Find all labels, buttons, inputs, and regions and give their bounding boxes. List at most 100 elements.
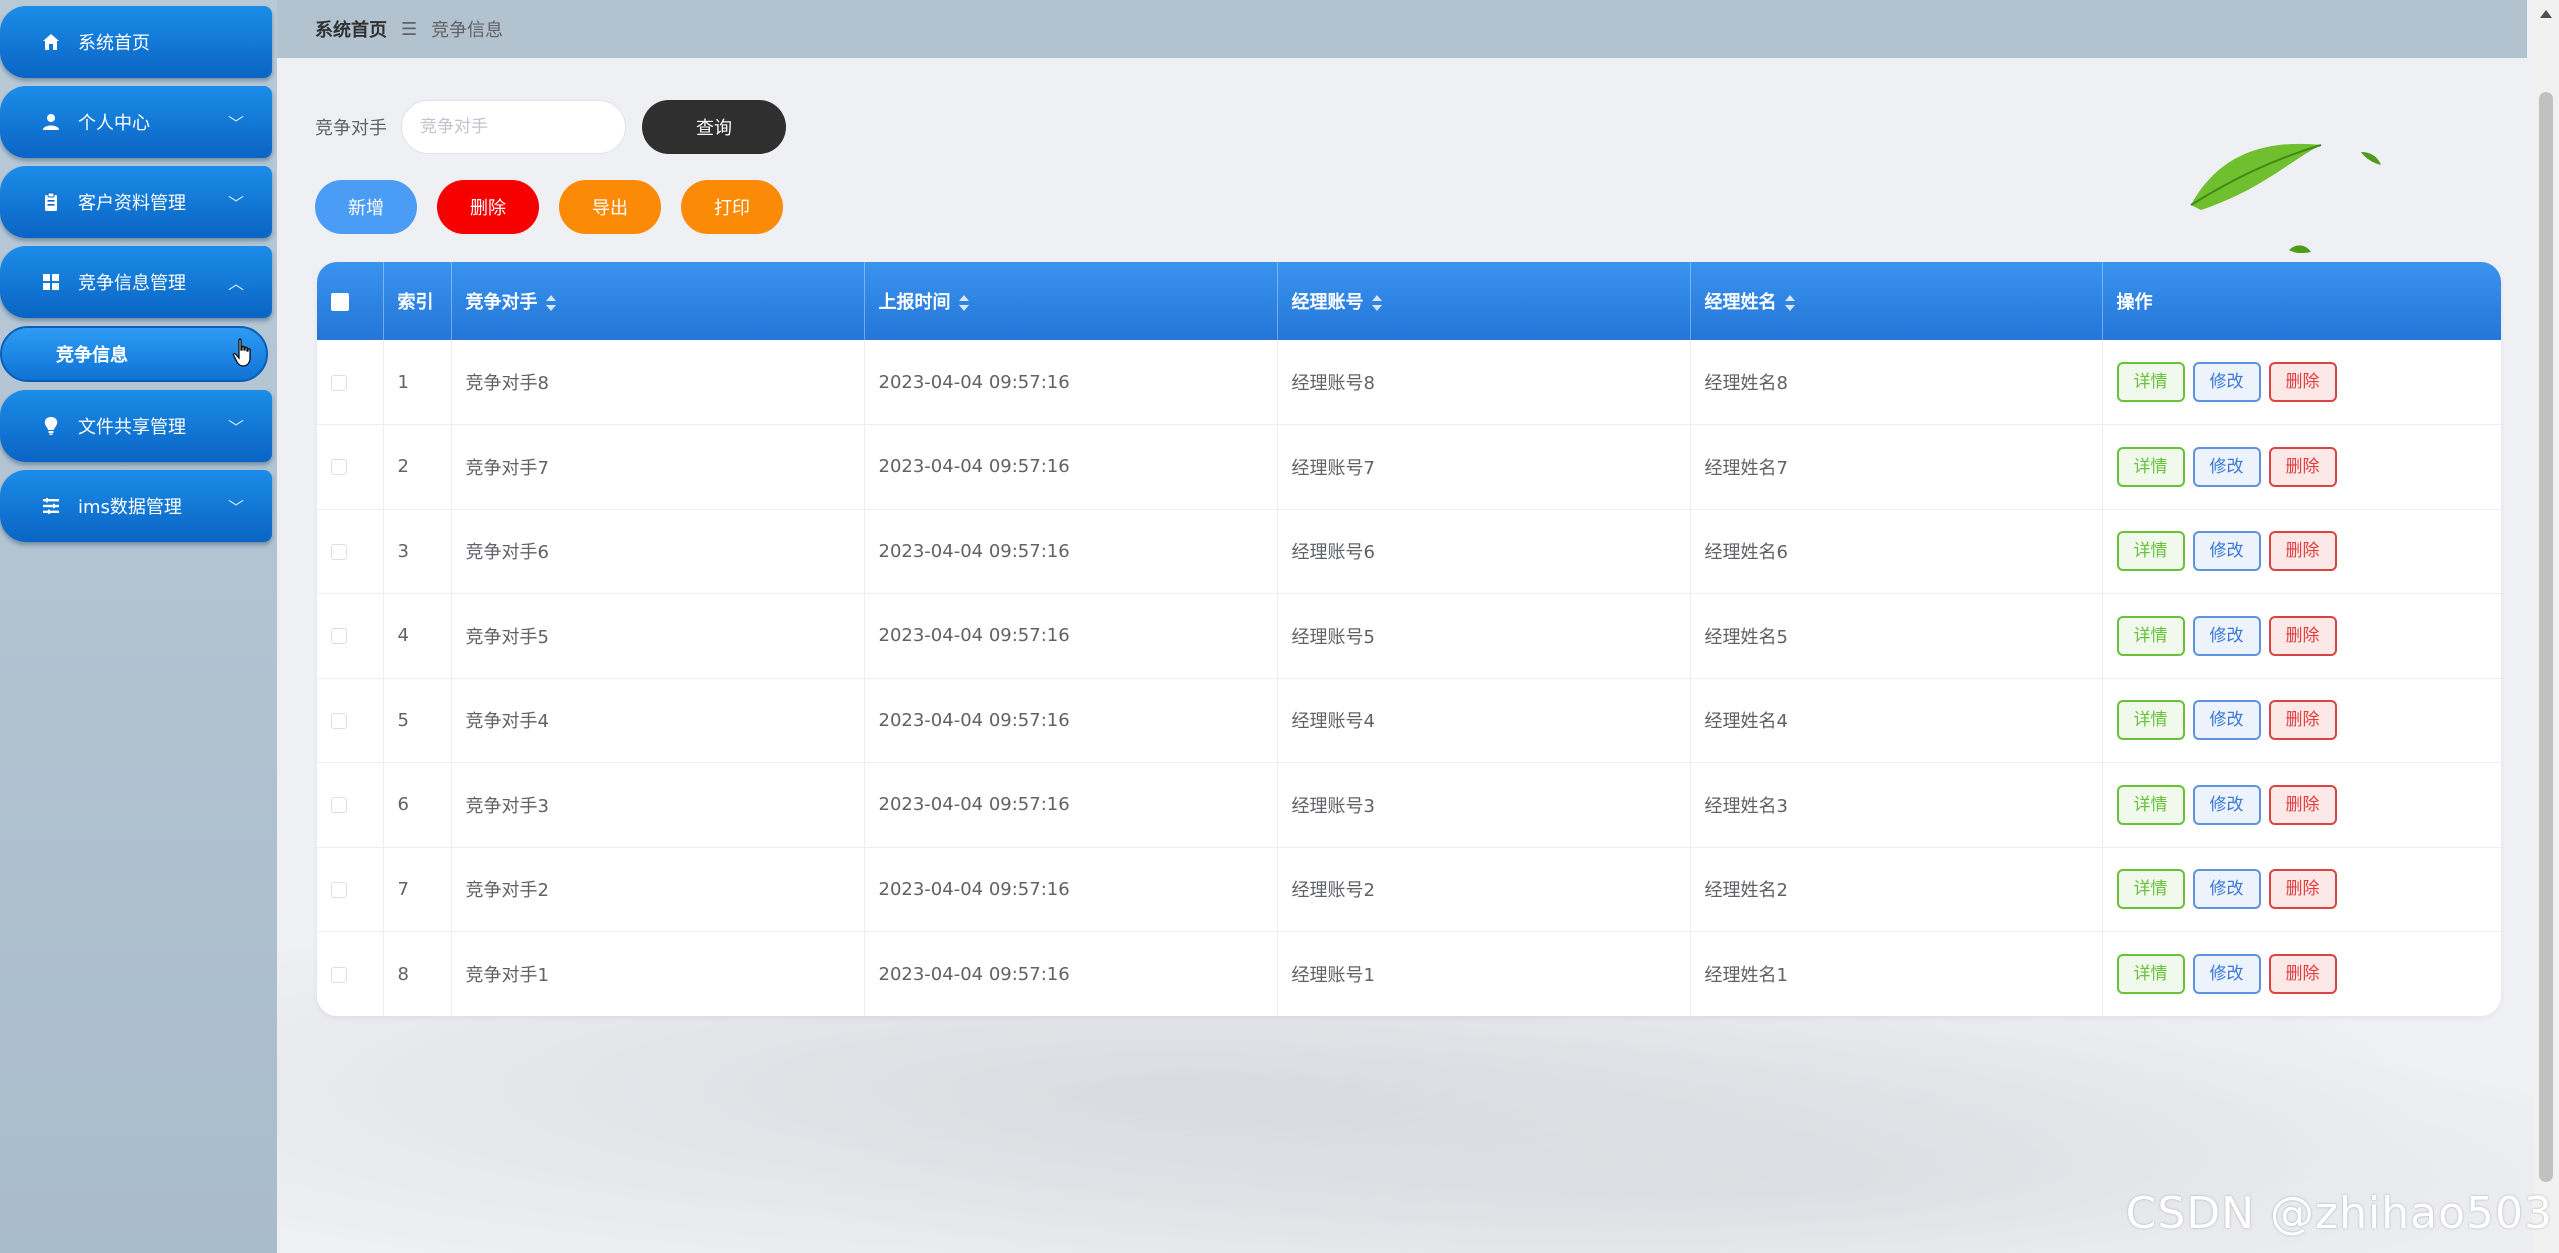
edit-button[interactable]: 修改 bbox=[2192, 784, 2261, 825]
row-delete-button[interactable]: 删除 bbox=[2268, 531, 2337, 572]
leaf-decoration-icon bbox=[2190, 143, 2381, 254]
cell-time: 2023-04-04 09:57:16 bbox=[864, 509, 1278, 594]
scrollbar-thumb[interactable] bbox=[2539, 92, 2553, 1182]
row-select-cell bbox=[317, 847, 384, 932]
delete-button[interactable]: 删除 bbox=[437, 180, 539, 234]
detail-button[interactable]: 详情 bbox=[2116, 615, 2185, 656]
select-all-checkbox[interactable] bbox=[331, 292, 349, 311]
header-account[interactable]: 经理账号 bbox=[1277, 262, 1691, 340]
row-select-cell bbox=[317, 678, 384, 763]
print-button[interactable]: 打印 bbox=[681, 180, 783, 234]
detail-button[interactable]: 详情 bbox=[2116, 784, 2185, 825]
row-delete-button[interactable]: 删除 bbox=[2268, 954, 2337, 994]
cell-operations: 详情 修改 删除 bbox=[2102, 932, 2501, 1017]
row-select-cell bbox=[317, 593, 384, 678]
sort-icon[interactable] bbox=[545, 295, 556, 311]
detail-button[interactable]: 详情 bbox=[2116, 446, 2185, 487]
table-row: 5 竞争对手4 2023-04-04 09:57:16 经理账号4 经理姓名4 … bbox=[317, 678, 2501, 763]
row-checkbox[interactable] bbox=[331, 797, 347, 814]
edit-button[interactable]: 修改 bbox=[2192, 954, 2261, 994]
row-checkbox[interactable] bbox=[331, 374, 347, 391]
sort-icon[interactable] bbox=[958, 295, 969, 311]
detail-button[interactable]: 详情 bbox=[2116, 954, 2185, 994]
cell-rival: 竞争对手2 bbox=[451, 847, 865, 932]
cell-name: 经理姓名6 bbox=[1690, 509, 2103, 594]
row-delete-button[interactable]: 删除 bbox=[2268, 615, 2337, 656]
action-toolbar: 新增 删除 导出 打印 bbox=[315, 180, 803, 234]
cell-name: 经理姓名1 bbox=[1690, 931, 2103, 1016]
edit-button[interactable]: 修改 bbox=[2192, 615, 2261, 656]
row-delete-button[interactable]: 删除 bbox=[2268, 446, 2337, 487]
edit-button[interactable]: 修改 bbox=[2192, 869, 2261, 910]
scroll-up-arrow-icon[interactable] bbox=[2540, 10, 2552, 18]
cell-account: 经理账号8 bbox=[1277, 340, 1691, 425]
sidebar-item-competition[interactable]: 竞争信息管理 ︿ bbox=[0, 246, 272, 318]
breadcrumb: 系统首页 ☰ 竞争信息 bbox=[277, 0, 2527, 58]
sidebar-item-ims[interactable]: ims数据管理 ﹀ bbox=[0, 470, 272, 542]
row-delete-button[interactable]: 删除 bbox=[2268, 869, 2337, 910]
watermark: CSDN @zhihao503 bbox=[2125, 1188, 2553, 1239]
query-button[interactable]: 查询 bbox=[642, 100, 786, 154]
edit-button[interactable]: 修改 bbox=[2192, 531, 2261, 572]
cell-operations: 详情 修改 删除 bbox=[2102, 425, 2501, 510]
row-checkbox[interactable] bbox=[331, 881, 347, 898]
bulb-icon bbox=[40, 415, 62, 437]
search-input[interactable] bbox=[401, 100, 626, 154]
sidebar-item-home[interactable]: 系统首页 bbox=[0, 6, 272, 78]
detail-button[interactable]: 详情 bbox=[2116, 531, 2185, 572]
detail-button[interactable]: 详情 bbox=[2116, 869, 2185, 910]
vertical-scrollbar[interactable] bbox=[2533, 0, 2559, 1253]
sidebar-item-file-share[interactable]: 文件共享管理 ﹀ bbox=[0, 390, 272, 462]
row-delete-button[interactable]: 删除 bbox=[2268, 362, 2337, 402]
cell-account: 经理账号4 bbox=[1277, 678, 1691, 763]
row-checkbox[interactable] bbox=[331, 966, 347, 983]
cell-time: 2023-04-04 09:57:16 bbox=[864, 593, 1278, 678]
header-rival[interactable]: 竞争对手 bbox=[451, 262, 865, 340]
cell-index: 5 bbox=[383, 678, 452, 763]
detail-button[interactable]: 详情 bbox=[2116, 700, 2185, 741]
header-time[interactable]: 上报时间 bbox=[864, 262, 1278, 340]
sidebar-item-customer[interactable]: 客户资料管理 ﹀ bbox=[0, 166, 272, 238]
hand-cursor-icon bbox=[232, 338, 251, 367]
row-delete-button[interactable]: 删除 bbox=[2268, 784, 2337, 825]
row-select-cell bbox=[317, 424, 384, 509]
search-bar: 竞争对手 查询 bbox=[315, 100, 786, 154]
chevron-down-icon: ﹀ bbox=[227, 418, 244, 437]
row-delete-button[interactable]: 删除 bbox=[2268, 700, 2337, 741]
cell-index: 6 bbox=[383, 762, 452, 847]
cell-index: 7 bbox=[383, 847, 452, 932]
chevron-down-icon: ﹀ bbox=[227, 194, 244, 213]
row-checkbox[interactable] bbox=[331, 628, 347, 645]
chevron-down-icon: ﹀ bbox=[227, 114, 244, 133]
header-select-all[interactable] bbox=[317, 262, 384, 340]
export-button[interactable]: 导出 bbox=[559, 180, 661, 234]
row-checkbox[interactable] bbox=[331, 459, 347, 476]
cell-rival: 竞争对手7 bbox=[451, 424, 865, 509]
row-select-cell bbox=[317, 762, 384, 847]
cell-operations: 详情 修改 删除 bbox=[2102, 763, 2501, 848]
row-select-cell bbox=[317, 931, 384, 1016]
detail-button[interactable]: 详情 bbox=[2116, 362, 2185, 402]
row-checkbox[interactable] bbox=[331, 712, 347, 729]
sort-icon[interactable] bbox=[1784, 295, 1795, 311]
table-header-row: 索引 竞争对手 上报时间 经理账号 经理姓名 操作 bbox=[317, 262, 2501, 340]
sidebar-item-personal[interactable]: 个人中心 ﹀ bbox=[0, 86, 272, 158]
cell-account: 经理账号7 bbox=[1277, 424, 1691, 509]
table-row: 1 竞争对手8 2023-04-04 09:57:16 经理账号8 经理姓名8 … bbox=[317, 340, 2501, 425]
add-button[interactable]: 新增 bbox=[315, 180, 417, 234]
sort-icon[interactable] bbox=[1371, 295, 1382, 311]
row-checkbox[interactable] bbox=[331, 543, 347, 560]
edit-button[interactable]: 修改 bbox=[2192, 362, 2261, 402]
sidebar-subitem-competition-info[interactable]: 竞争信息 bbox=[0, 326, 268, 382]
breadcrumb-home[interactable]: 系统首页 bbox=[315, 16, 387, 42]
edit-button[interactable]: 修改 bbox=[2192, 700, 2261, 741]
table-row: 8 竞争对手1 2023-04-04 09:57:16 经理账号1 经理姓名1 … bbox=[317, 931, 2501, 1017]
cell-name: 经理姓名2 bbox=[1690, 847, 2103, 932]
edit-button[interactable]: 修改 bbox=[2192, 446, 2261, 487]
header-name[interactable]: 经理姓名 bbox=[1690, 262, 2103, 340]
chevron-down-icon: ﹀ bbox=[227, 498, 244, 517]
cell-rival: 竞争对手6 bbox=[451, 509, 865, 594]
cell-operations: 详情 修改 删除 bbox=[2102, 847, 2501, 932]
menu-toggle-icon[interactable]: ☰ bbox=[401, 19, 417, 40]
table-row: 6 竞争对手3 2023-04-04 09:57:16 经理账号3 经理姓名3 … bbox=[317, 762, 2501, 848]
